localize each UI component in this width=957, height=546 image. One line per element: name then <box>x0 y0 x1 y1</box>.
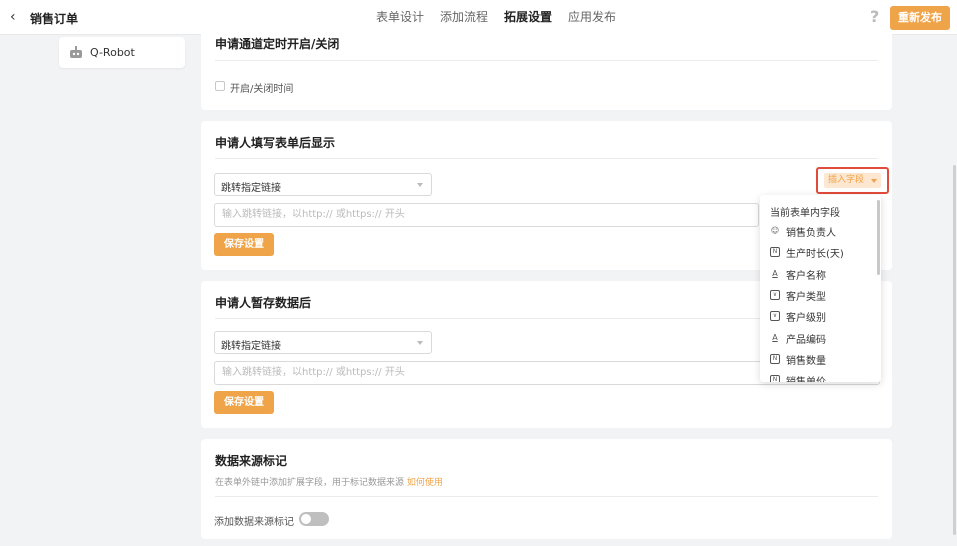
divider <box>215 60 878 61</box>
dropdown-scrollbar[interactable] <box>877 200 880 275</box>
select-field-icon: ∨ <box>770 290 780 300</box>
select-value: 跳转指定链接 <box>221 341 281 352</box>
redirect-type-select[interactable]: 跳转指定链接 <box>214 331 432 354</box>
insert-field-button[interactable]: 插入字段 <box>824 173 881 188</box>
number-field-icon: N <box>770 247 780 257</box>
save-settings-button[interactable]: 保存设置 <box>214 391 274 414</box>
dropdown-item-label: 客户类型 <box>786 291 826 303</box>
section-title: 申请人暂存数据后 <box>215 296 312 310</box>
toggle-label: 添加数据来源标记 <box>214 517 294 528</box>
timer-checkbox[interactable] <box>215 81 225 91</box>
dropdown-item[interactable]: N 生产时长(天) <box>770 243 844 261</box>
select-field-icon: ∨ <box>770 311 780 321</box>
timer-checkbox-label: 开启/关闭时间 <box>230 84 294 95</box>
dropdown-item[interactable]: N 销售数量 <box>770 350 826 368</box>
dropdown-item-label: 销售单价 <box>786 376 826 383</box>
insert-field-highlight: 插入字段 <box>816 167 889 194</box>
dropdown-item[interactable]: ∨ 客户类型 <box>770 286 826 304</box>
page-scrollbar[interactable] <box>953 165 956 535</box>
how-to-use-link[interactable]: 如何使用 <box>407 478 443 488</box>
number-field-icon: N <box>770 354 780 364</box>
divider <box>215 158 878 159</box>
dropdown-item-label: 销售负责人 <box>786 227 836 239</box>
robot-icon <box>70 46 82 58</box>
hint-text: 在表单外链中添加扩展字段，用于标记数据来源 <box>215 478 405 488</box>
section-title: 申请通道定时开启/关闭 <box>215 37 340 51</box>
dropdown-item-label: 生产时长(天) <box>786 248 844 260</box>
dropdown-item[interactable]: ∨ 客户级别 <box>770 307 826 325</box>
section-title: 申请人填写表单后显示 <box>215 136 336 150</box>
select-value: 跳转指定链接 <box>221 183 281 194</box>
user-icon: ☺ <box>770 226 780 235</box>
dropdown-item-label: 产品编码 <box>786 334 826 346</box>
dropdown-item-label: 客户级别 <box>786 312 826 324</box>
text-field-icon: A <box>772 269 778 278</box>
dropdown-item[interactable]: N 销售单价 <box>770 371 826 382</box>
section-hint: 在表单外链中添加扩展字段，用于标记数据来源 如何使用 <box>215 475 443 488</box>
insert-field-dropdown: 当前表单内字段 ☺ 销售负责人 N 生产时长(天) A 客户名称 ∨ 客户类型 … <box>760 195 881 382</box>
number-field-icon: N <box>770 375 780 382</box>
data-source-section: 数据来源标记 在表单外链中添加扩展字段，用于标记数据来源 如何使用 添加数据来源… <box>201 439 892 539</box>
chevron-down-icon <box>417 183 423 187</box>
dropdown-item[interactable]: A 客户名称 <box>770 265 826 283</box>
insert-field-label: 插入字段 <box>828 175 865 185</box>
save-settings-button[interactable]: 保存设置 <box>214 233 274 256</box>
redirect-type-select[interactable]: 跳转指定链接 <box>214 173 432 196</box>
timer-section: 申请通道定时开启/关闭 开启/关闭时间 <box>201 30 892 110</box>
data-source-toggle[interactable] <box>299 512 329 526</box>
redirect-url-input[interactable]: 输入跳转链接，以http:// 或https:// 开头 <box>214 203 759 227</box>
dropdown-item-label: 客户名称 <box>786 270 826 282</box>
sidebar-item-q-robot[interactable]: Q-Robot <box>59 37 185 68</box>
dropdown-item-label: 销售数量 <box>786 355 826 367</box>
chevron-down-icon <box>871 179 877 183</box>
divider <box>215 496 878 497</box>
section-title: 数据来源标记 <box>215 454 288 468</box>
sidebar-item-label: Q-Robot <box>90 46 135 59</box>
dropdown-header: 当前表单内字段 <box>770 208 840 219</box>
toggle-knob <box>301 514 311 524</box>
text-field-icon: A <box>772 333 778 342</box>
republish-button[interactable]: 重新发布 <box>890 6 950 30</box>
question-icon[interactable]: ? <box>870 7 879 26</box>
chevron-down-icon <box>417 341 423 345</box>
dropdown-item[interactable]: A 产品编码 <box>770 329 826 347</box>
dropdown-item[interactable]: ☺ 销售负责人 <box>770 222 836 240</box>
app-title: 销售订单 <box>30 12 79 26</box>
chevron-left-icon[interactable]: ‹ <box>10 9 16 25</box>
